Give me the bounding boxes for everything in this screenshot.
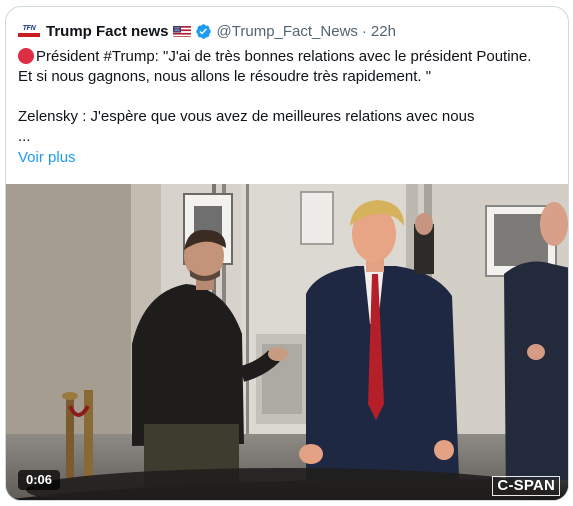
user-handle[interactable]: @Trump_Fact_News [217,23,358,40]
separator-dot: · [361,22,367,40]
video-duration-badge: 0:06 [18,470,60,490]
avatar-logo-text: TFN [22,25,36,32]
verified-badge-icon [195,23,212,40]
timestamp[interactable]: 22h [371,23,396,40]
us-flag-icon [172,25,191,37]
display-name[interactable]: Trump Fact news [46,23,169,40]
show-more-link[interactable]: Voir plus [18,149,76,166]
tweet-text: Président #Trump: "J'ai de très bonnes r… [18,47,563,147]
tweet-text-line: Président #Trump: "J'ai de très bonnes r… [18,47,563,67]
avatar[interactable]: TFN [18,24,40,38]
tweet-header: TFN Trump Fact news @Trump_Fact_News · 2… [18,21,396,41]
tweet-text-blank-line [18,87,563,107]
avatar-logo-bar [18,33,40,37]
video-player[interactable]: 0:06 C-SPAN [6,184,568,500]
red-circle-icon [18,48,34,64]
tweet-text-line: Zelensky : J'espère que vous avez de mei… [18,108,475,125]
tweet-text-ellipsis: ... [18,128,31,145]
tweet-text-line: Et si nous gagnons, nous allons le résou… [18,68,432,85]
tweet-card[interactable]: TFN Trump Fact news @Trump_Fact_News · 2… [5,6,569,501]
video-frame [6,184,568,500]
broadcaster-watermark: C-SPAN [492,476,560,496]
